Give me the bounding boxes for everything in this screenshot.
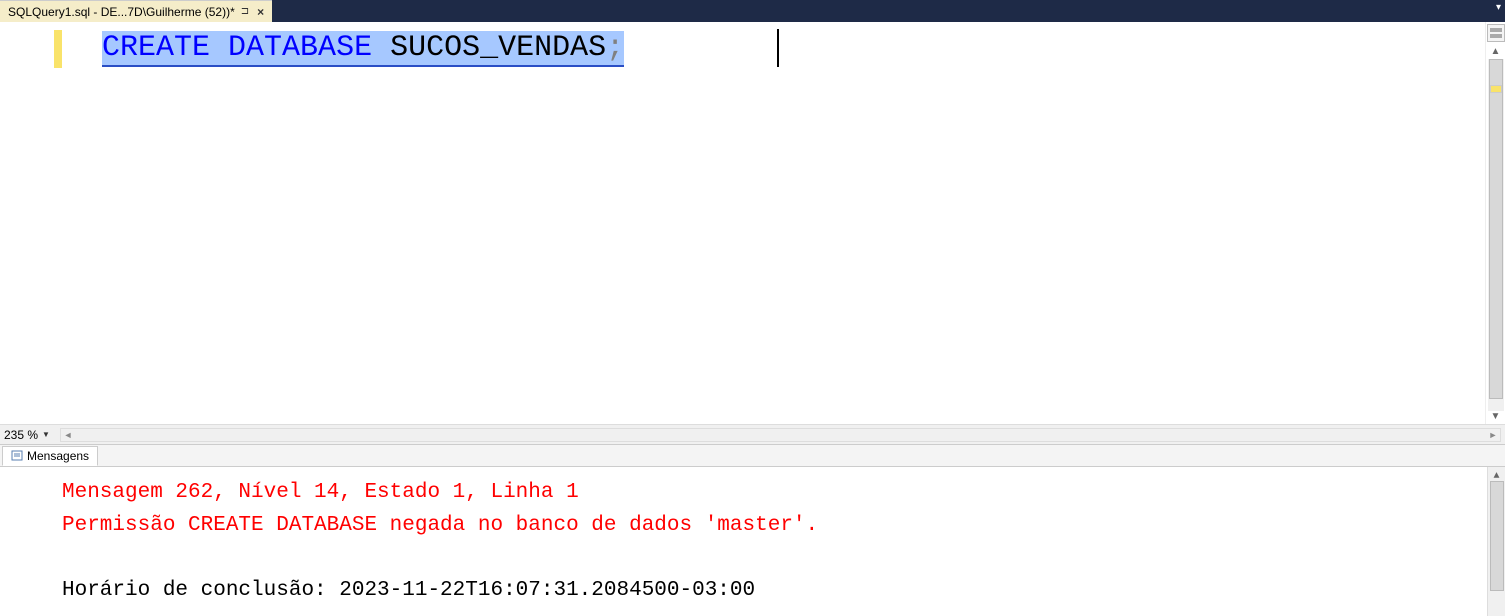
overview-change-mark xyxy=(1490,85,1502,93)
completion-time-text: Horário de conclusão: 2023-11-22T16:07:3… xyxy=(62,575,1505,608)
close-icon[interactable]: × xyxy=(255,5,266,19)
sql-semicolon: ; xyxy=(606,31,624,65)
unsaved-change-mark xyxy=(54,30,62,68)
messages-icon xyxy=(11,450,23,462)
editor-scrollbar-column: ▲ ▼ xyxy=(1485,22,1505,424)
messages-pane[interactable]: Mensagem 262, Nível 14, Estado 1, Linha … xyxy=(0,467,1505,616)
scrollbar-thumb[interactable] xyxy=(1489,59,1503,399)
line-number-gutter xyxy=(0,22,54,424)
pin-icon[interactable]: ⊐ xyxy=(241,6,249,17)
scroll-down-icon[interactable]: ▼ xyxy=(1491,411,1501,422)
error-message-text: Permissão CREATE DATABASE negada no banc… xyxy=(62,510,1505,543)
scroll-left-icon[interactable]: ◄ xyxy=(61,429,75,441)
tab-overflow-dropdown-icon[interactable]: ▾ xyxy=(1496,2,1501,13)
document-tab-title: SQLQuery1.sql - DE...7D\Guilherme (52))* xyxy=(8,5,235,19)
scroll-right-icon[interactable]: ► xyxy=(1486,429,1500,441)
horizontal-scrollbar[interactable]: ◄ ► xyxy=(60,428,1501,442)
change-indicator-bar xyxy=(54,22,62,424)
results-tab-bar: Mensagens xyxy=(0,445,1505,467)
split-view-button[interactable] xyxy=(1487,24,1505,42)
editor-body: CREATE DATABASE SUCOS_VENDAS; ▲ ▼ xyxy=(0,22,1505,424)
scrollbar-thumb[interactable] xyxy=(1490,481,1504,591)
text-cursor xyxy=(777,29,779,67)
zoom-level-label: 235 % xyxy=(4,428,38,442)
editor-pane: CREATE DATABASE SUCOS_VENDAS; ▲ ▼ 235 % … xyxy=(0,22,1505,445)
tab-messages[interactable]: Mensagens xyxy=(2,446,98,466)
document-tab-bar: SQLQuery1.sql - DE...7D\Guilherme (52))*… xyxy=(0,0,1505,22)
scroll-up-icon[interactable]: ▲ xyxy=(1491,46,1501,57)
messages-scrollbar[interactable]: ▲ xyxy=(1487,467,1505,616)
editor-status-bar: 235 % ▼ ◄ ► xyxy=(0,424,1505,444)
sql-keyword: CREATE xyxy=(102,31,210,65)
error-message-header: Mensagem 262, Nível 14, Estado 1, Linha … xyxy=(62,477,1505,510)
sql-keyword: DATABASE xyxy=(228,31,372,65)
sql-identifier: SUCOS_VENDAS xyxy=(390,31,606,65)
code-editor[interactable]: CREATE DATABASE SUCOS_VENDAS; xyxy=(62,22,1485,424)
document-tab[interactable]: SQLQuery1.sql - DE...7D\Guilherme (52))*… xyxy=(0,0,272,22)
vertical-scrollbar[interactable] xyxy=(1488,59,1504,411)
zoom-dropdown-icon[interactable]: ▼ xyxy=(42,430,50,439)
messages-tab-label: Mensagens xyxy=(27,449,89,463)
